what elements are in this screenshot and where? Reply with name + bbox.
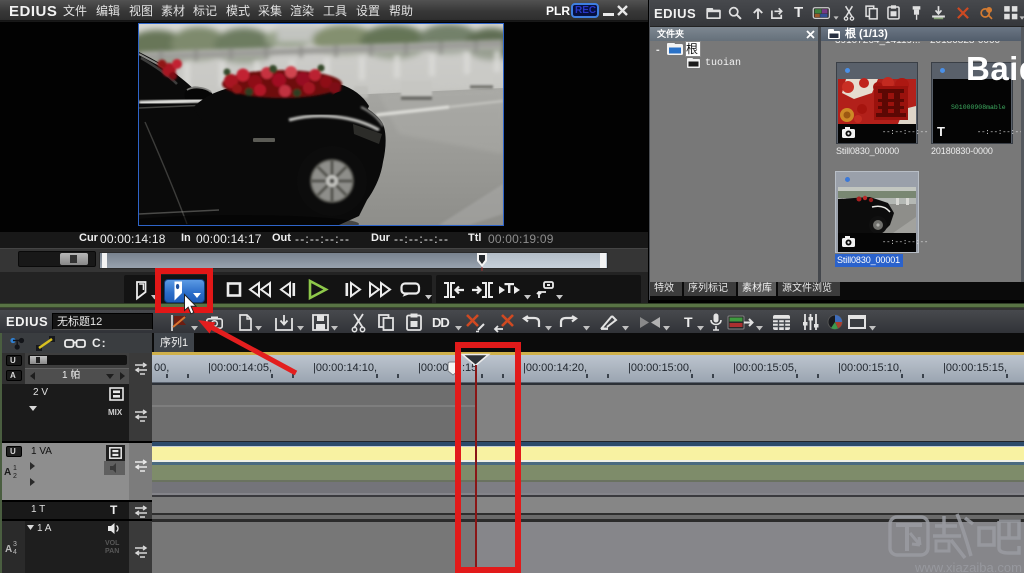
svg-text:www.xiazaiba.com: www.xiazaiba.com	[914, 560, 1022, 573]
